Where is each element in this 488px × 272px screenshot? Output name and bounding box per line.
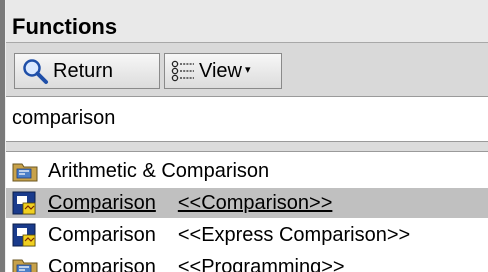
result-item-text: Comparison <<Express Comparison>> (48, 224, 410, 247)
return-button-label: Return (53, 59, 114, 82)
result-item-selected[interactable]: Comparison <<Comparison>> (6, 188, 488, 218)
express-vi-icon (12, 191, 36, 215)
result-item-path: <<Comparison>> (177, 191, 333, 214)
result-item-path: <<Programming>> (177, 255, 345, 272)
dropdown-arrow-icon: ▾ (245, 63, 251, 76)
result-item-text: Comparison <<Programming>> (48, 256, 345, 272)
palette-titlebar: Functions (6, 0, 488, 43)
view-list-icon (171, 60, 194, 82)
magnifier-icon (23, 59, 48, 84)
result-item[interactable]: Comparison <<Programming>> (6, 252, 488, 272)
search-results-list[interactable]: Arithmetic & Comparison Comparison <<Comp… (6, 152, 488, 272)
result-item[interactable]: Arithmetic & Comparison (6, 156, 488, 186)
view-button-label: View (199, 59, 242, 82)
folder-icon (12, 259, 38, 272)
result-item-text: Comparison <<Comparison>> (48, 192, 332, 215)
result-item[interactable]: Comparison <<Express Comparison>> (6, 220, 488, 250)
palette-title: Functions (12, 14, 118, 39)
folder-icon (12, 163, 38, 182)
result-item-name: Comparison (48, 191, 156, 214)
search-results-separator (6, 142, 488, 152)
result-item-name: Comparison (48, 223, 156, 246)
return-button[interactable]: Return (14, 53, 160, 89)
result-item-name: Comparison (48, 255, 156, 272)
palette-toolbar: Return View ▾ (6, 43, 488, 96)
search-input[interactable]: comparison (6, 96, 488, 142)
express-vi-icon (12, 223, 36, 247)
result-item-name: Arithmetic & Comparison (48, 159, 270, 182)
functions-palette: Functions Return View ▾ comparison Arith… (0, 0, 488, 272)
result-item-path: <<Express Comparison>> (177, 223, 411, 246)
view-button[interactable]: View ▾ (164, 53, 282, 89)
